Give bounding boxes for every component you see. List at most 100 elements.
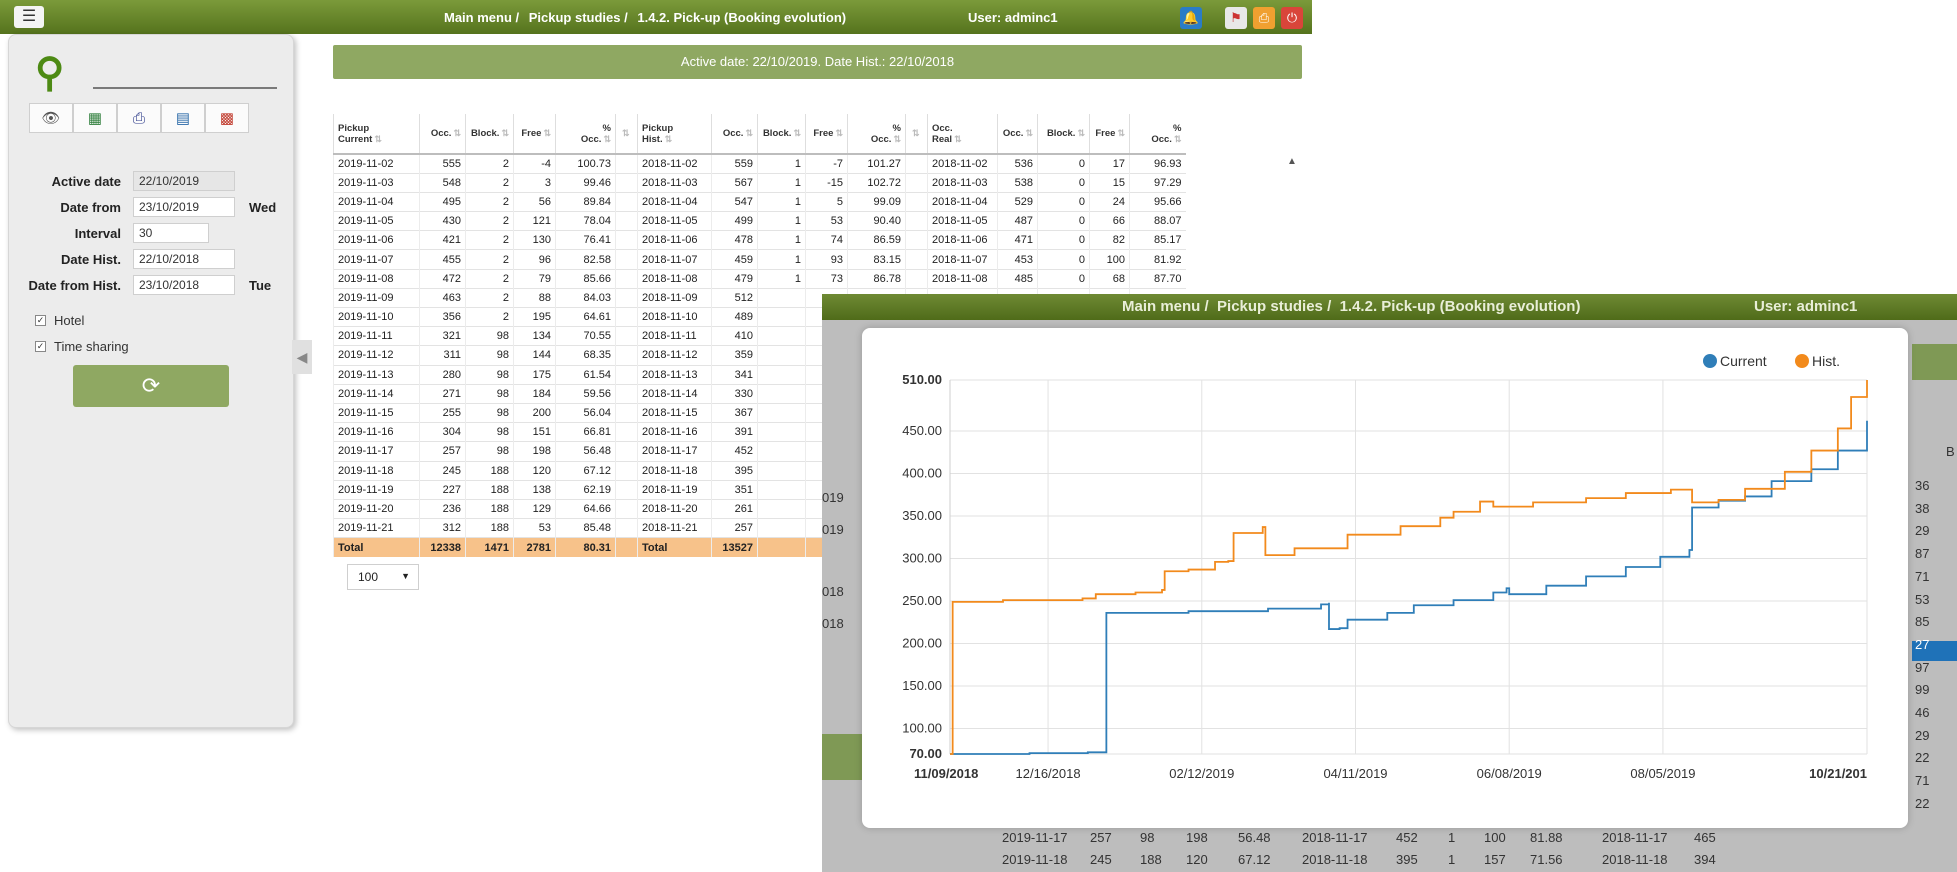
table-cell: 78.04	[555, 211, 616, 231]
column-header[interactable]: Occ. ⇅	[419, 114, 466, 155]
table-cell: 2019-11-09	[333, 287, 420, 308]
chevron-down-icon: ▼	[401, 571, 410, 581]
interval-field[interactable]: 30	[133, 223, 209, 243]
table-cell: 99.46	[555, 172, 616, 193]
sort-icon[interactable]: ⇅	[603, 134, 611, 144]
table-cell: 98	[465, 402, 514, 423]
table-cell	[757, 383, 806, 404]
table-cell: 2018-11-06	[637, 230, 712, 250]
table-cell: 2019-11-05	[333, 211, 420, 231]
table-row[interactable]: 2019-11-03 548 2 3 99.46 2018-11-03 567 1 -15 102…	[333, 172, 1186, 193]
column-header[interactable]: Block. ⇅	[757, 114, 806, 155]
collapse-panel-icon[interactable]: ◀	[292, 340, 312, 374]
timesharing-checkbox[interactable]: ✓ Time sharing	[35, 339, 129, 354]
legend-label: Hist.	[1812, 353, 1840, 369]
sort-icon[interactable]: ⇅	[793, 128, 801, 138]
table-cell	[615, 383, 638, 404]
table-cell: 367	[711, 402, 758, 423]
column-header[interactable]: ⇅	[615, 114, 638, 155]
table-row[interactable]: 2019-11-05 430 2 121 78.04 2018-11-05 499 1 53 90…	[333, 211, 1186, 231]
popup-bg-cell: 394	[1694, 852, 1716, 867]
sort-icon[interactable]: ⇅	[954, 134, 962, 144]
date-from-field[interactable]: 23/10/2019	[133, 197, 235, 217]
popup-bg-cell: 2018-11-17	[1602, 830, 1668, 845]
table-cell: 1	[757, 211, 806, 231]
sort-icon[interactable]: ⇅	[1025, 128, 1033, 138]
page-size-select[interactable]: 100 ▼	[347, 564, 419, 590]
refresh-button[interactable]: ⟳	[73, 365, 229, 407]
table-cell: 559	[711, 153, 758, 174]
search-input[interactable]	[93, 87, 277, 89]
table-cell: 93	[805, 249, 848, 270]
sort-icon[interactable]: ⇅	[835, 128, 843, 138]
table-header-row: Pickup Current ⇅ Occ. ⇅ Block. ⇅ Free ⇅% Occ. ⇅ ⇅ Pi…	[333, 114, 1186, 155]
table-row[interactable]: 2019-11-06 421 2 130 76.41 2018-11-06 478 1 74 86…	[333, 230, 1186, 250]
column-header[interactable]: ⇅	[905, 114, 928, 155]
table-cell: 98	[465, 383, 514, 404]
column-header[interactable]: Free ⇅	[805, 114, 848, 155]
hamburger-icon[interactable]: ☰	[14, 6, 44, 28]
sort-icon[interactable]: ⇅	[893, 134, 901, 144]
breadcrumb-pickup-studies[interactable]: Pickup studies /	[529, 10, 628, 25]
sort-icon[interactable]: ⇅	[1117, 128, 1125, 138]
bell-icon[interactable]: 🔔	[1180, 7, 1202, 29]
table-cell: 200	[513, 402, 556, 423]
table-cell	[615, 498, 638, 519]
date-hist-field[interactable]: 22/10/2018	[133, 249, 235, 269]
sort-icon[interactable]: ⇅	[912, 128, 920, 138]
column-header-label: Occ.	[870, 133, 892, 145]
table-cell: 2018-11-18	[637, 460, 712, 481]
column-header[interactable]: Pickup Hist. ⇅	[637, 114, 712, 155]
table-cell: 2019-11-16	[333, 422, 420, 442]
table-cell: 2	[465, 287, 514, 308]
excel-icon[interactable]: ▦	[73, 103, 117, 133]
column-header[interactable]: Free ⇅	[513, 114, 556, 155]
column-header-line1: Pickup	[338, 122, 370, 134]
column-header[interactable]: Occ. Real ⇅	[927, 114, 998, 155]
popup-bg-right-value: 27	[1915, 636, 1930, 652]
table-row[interactable]: 2019-11-04 495 2 56 89.84 2018-11-04 547 1 5 99.0…	[333, 191, 1186, 212]
search-icon[interactable]: ⚲	[35, 53, 64, 93]
column-header-label: Current	[338, 133, 373, 145]
print-icon[interactable]: ⎙	[1253, 7, 1275, 29]
table-cell: 64.61	[555, 306, 616, 327]
column-header[interactable]: % Occ. ⇅	[847, 114, 906, 155]
table-row[interactable]: 2019-11-07 455 2 96 82.58 2018-11-07 459 1 93 83.…	[333, 249, 1186, 270]
column-header[interactable]: Block. ⇅	[1037, 114, 1090, 155]
column-header[interactable]: Free ⇅	[1089, 114, 1130, 155]
column-header[interactable]: % Occ. ⇅	[555, 114, 616, 155]
power-icon[interactable]: ⏻	[1281, 7, 1303, 29]
sort-icon[interactable]: ⇅	[665, 134, 673, 144]
flag-icon[interactable]: ⚑	[1225, 7, 1247, 29]
sort-icon[interactable]: ⇅	[501, 128, 509, 138]
table-row[interactable]: 2019-11-08 472 2 79 85.66 2018-11-08 479 1 73 86.…	[333, 268, 1186, 289]
column-header[interactable]: Occ. ⇅	[711, 114, 758, 155]
table-row[interactable]: 2019-11-02 555 2 -4 100.73 2018-11-02 559 1 -7 10…	[333, 153, 1186, 174]
timesharing-check-icon[interactable]: ✓	[35, 341, 46, 352]
column-header[interactable]: Pickup Current ⇅	[333, 114, 420, 155]
column-header[interactable]: Block. ⇅	[465, 114, 514, 155]
hotel-check-icon[interactable]: ✓	[35, 315, 46, 326]
table-cell	[757, 518, 806, 538]
sort-icon[interactable]: ⇅	[622, 128, 630, 138]
table-cell	[615, 172, 638, 193]
hotel-checkbox[interactable]: ✓ Hotel	[35, 313, 84, 328]
column-header[interactable]: Occ. ⇅	[997, 114, 1038, 155]
date-from-hist-field[interactable]: 23/10/2018	[133, 275, 235, 295]
sort-icon[interactable]: ⇅	[453, 128, 461, 138]
sort-icon[interactable]: ⇅	[543, 128, 551, 138]
scroll-up-icon[interactable]: ▲	[1287, 156, 1297, 167]
sort-icon[interactable]: ⇅	[1077, 128, 1085, 138]
pdf-icon[interactable]: ▩	[205, 103, 249, 133]
printer-icon[interactable]: ⎙	[117, 103, 161, 133]
sort-icon[interactable]: ⇅	[1174, 134, 1182, 144]
column-header[interactable]: % Occ. ⇅	[1129, 114, 1186, 155]
table-cell: 2019-11-21	[333, 518, 420, 538]
scanner-icon[interactable]: ▤	[161, 103, 205, 133]
breadcrumb-main-menu[interactable]: Main menu /	[444, 10, 519, 25]
eye-icon[interactable]: 👁	[29, 103, 73, 133]
sort-icon[interactable]: ⇅	[374, 134, 382, 144]
total-cell	[615, 537, 638, 557]
sort-icon[interactable]: ⇅	[745, 128, 753, 138]
table-cell: 2	[465, 268, 514, 289]
